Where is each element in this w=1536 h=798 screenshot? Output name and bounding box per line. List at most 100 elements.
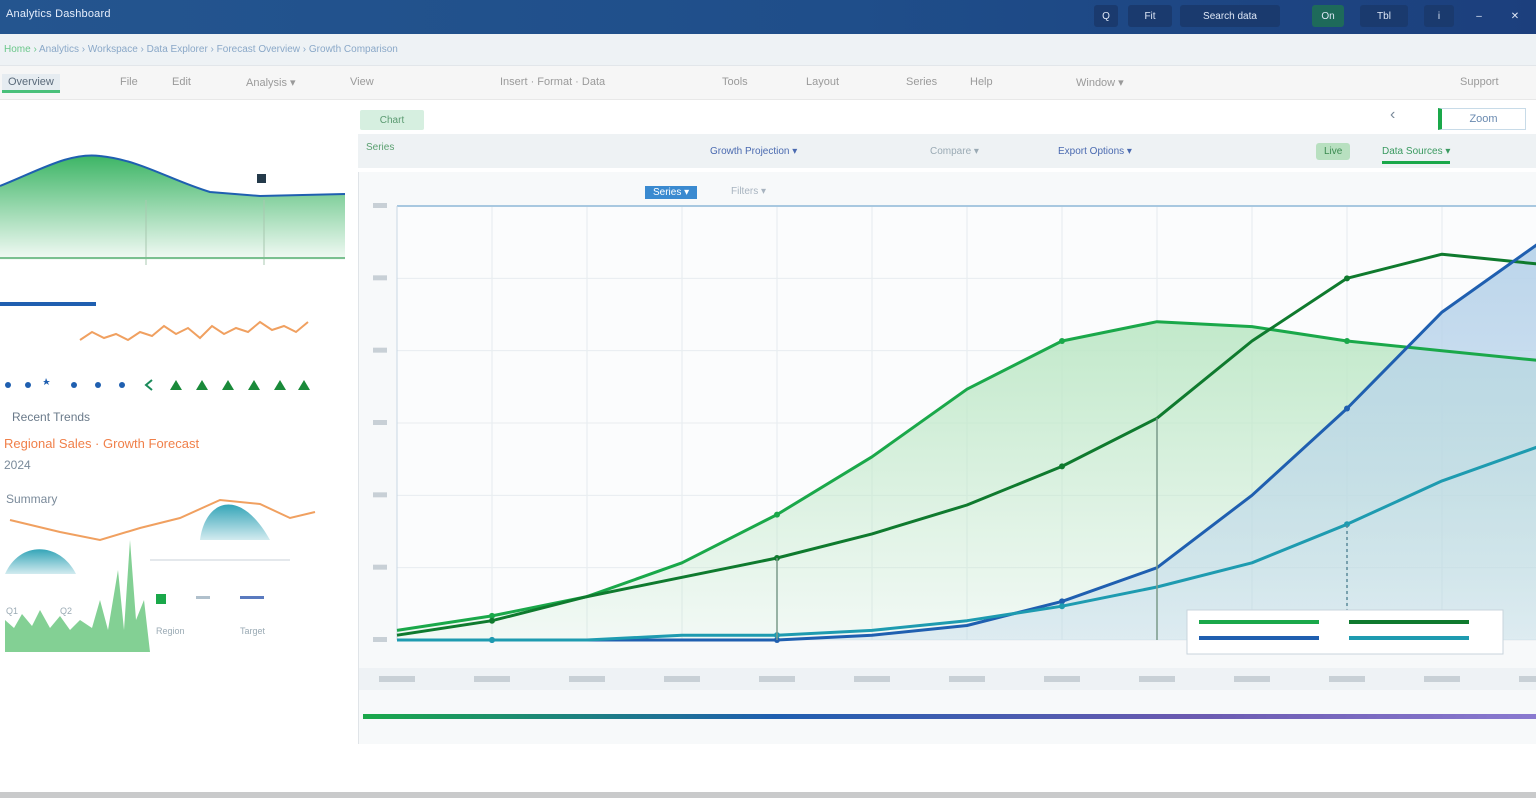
- breadcrumb-home[interactable]: Home ›: [4, 44, 39, 55]
- sidebar-legend-item: Region: [156, 626, 185, 636]
- y-axis-tick-mark: [373, 564, 387, 570]
- mini-legend-swatch: [196, 596, 210, 599]
- y-axis-tick-mark: [373, 637, 387, 642]
- x-axis-tick-mark: [1044, 676, 1080, 682]
- mini-legend-swatch: [156, 594, 166, 604]
- mini-orange-trend: [9, 498, 316, 542]
- data-sources-dropdown[interactable]: Data Sources ▾: [1382, 146, 1451, 164]
- window-bottom-border: [0, 792, 1536, 798]
- filters-chip[interactable]: Filters ▾: [731, 186, 766, 197]
- dot-icon[interactable]: [95, 382, 101, 388]
- y-axis-tick-mark: [373, 203, 387, 208]
- fit-button[interactable]: Fit: [1128, 5, 1172, 27]
- growth-projection-dropdown[interactable]: Growth Projection ▾: [710, 146, 797, 157]
- mini-teal-hill: [5, 549, 76, 574]
- main-chart: [359, 203, 1536, 719]
- y-axis-tick-mark: [373, 275, 387, 281]
- series-point: [1059, 603, 1065, 610]
- zoom-button[interactable]: Zoom: [1438, 108, 1526, 130]
- mini-legend-swatch: [240, 596, 264, 599]
- menu-item-insert[interactable]: Insert · Format · Data: [500, 76, 605, 88]
- close-icon[interactable]: ✕: [1502, 5, 1528, 27]
- breadcrumb-path[interactable]: Analytics › Workspace › Data Explorer › …: [39, 44, 398, 55]
- sidebar-legend-item: Target: [240, 626, 266, 636]
- menu-item-series[interactable]: Series: [906, 76, 937, 88]
- series-point: [1059, 338, 1065, 345]
- legend-swatch: [1349, 636, 1469, 640]
- mini-area-fill: [0, 155, 345, 260]
- x-axis-scroll-track: [363, 714, 1536, 719]
- menu-item-analysis[interactable]: Analysis ▾: [246, 76, 296, 89]
- window-search-button[interactable]: Q: [1094, 5, 1118, 27]
- menu-item-view[interactable]: View: [350, 76, 374, 88]
- series-point: [1344, 338, 1350, 345]
- menu-bar: Overview File Edit Analysis ▾ View Inser…: [0, 66, 1536, 100]
- series-point: [1059, 463, 1065, 470]
- search-data-button[interactable]: Search data: [1180, 5, 1280, 27]
- chevron-left-icon[interactable]: ‹: [1390, 106, 1395, 124]
- sidebar-mini-charts: [0, 154, 346, 652]
- menu-item-tools[interactable]: Tools: [722, 76, 748, 88]
- sidebar-legend-item: Q1: [6, 606, 19, 616]
- x-axis-tick-mark: [759, 676, 795, 682]
- legend-swatch: [1199, 620, 1319, 624]
- series-point: [1344, 405, 1350, 412]
- sidebar-panel: Recent Trends Regional Sales · Growth Fo…: [0, 100, 350, 750]
- export-options-dropdown[interactable]: Export Options ▾: [1058, 146, 1132, 157]
- legend-swatch: [1349, 620, 1469, 624]
- compare-dropdown[interactable]: Compare ▾: [930, 146, 979, 157]
- address-bar[interactable]: Home › Analytics › Workspace › Data Expl…: [0, 34, 1536, 66]
- window-title: Analytics Dashboard: [6, 8, 111, 20]
- x-axis-tick-mark: [854, 676, 890, 682]
- menu-item-support[interactable]: Support: [1460, 76, 1499, 88]
- triangle-icon[interactable]: [248, 380, 260, 390]
- menu-item-edit[interactable]: Edit: [172, 76, 191, 88]
- series-point: [1344, 275, 1350, 282]
- sidebar-legend-item: Q2: [60, 606, 73, 616]
- legend-box: [1186, 609, 1504, 655]
- menu-item-window[interactable]: Window ▾: [1076, 76, 1124, 89]
- menu-item-file[interactable]: File: [120, 76, 138, 88]
- series-legend-chip[interactable]: Series ▾: [645, 186, 698, 199]
- x-axis-tick-mark: [949, 676, 985, 682]
- y-axis-tick-mark: [373, 347, 387, 353]
- x-axis-tick-mark: [1424, 676, 1460, 682]
- triangle-icon[interactable]: [222, 380, 234, 390]
- series-tab[interactable]: Series: [366, 142, 394, 153]
- sidebar-heading-sub: 2024: [4, 458, 31, 472]
- dot-icon[interactable]: [5, 382, 11, 388]
- sidebar-mini-label: Summary: [6, 492, 58, 506]
- mini-orange-line: [79, 320, 309, 342]
- table-button[interactable]: Tbl: [1360, 5, 1408, 27]
- dot-icon[interactable]: [119, 382, 125, 388]
- mini-marker: [257, 174, 266, 183]
- dot-icon[interactable]: [25, 382, 31, 388]
- triangle-icon[interactable]: [298, 380, 310, 390]
- menu-item-help[interactable]: Help: [970, 76, 993, 88]
- star-icon[interactable]: [43, 378, 50, 385]
- series-point: [774, 511, 780, 518]
- menu-item-overview[interactable]: Overview: [2, 74, 60, 93]
- chart-toolbar: Series Growth Projection ▾ Compare ▾ Exp…: [358, 134, 1536, 168]
- chart-panel: Series ▾ Filters ▾: [358, 172, 1536, 744]
- live-badge: Live: [1316, 143, 1351, 160]
- breadcrumb[interactable]: Home › Analytics › Workspace › Data Expl…: [4, 44, 398, 55]
- info-icon[interactable]: i: [1424, 5, 1454, 27]
- chevron-left-icon[interactable]: [144, 379, 153, 391]
- triangle-icon[interactable]: [196, 380, 208, 390]
- y-axis-tick-mark: [373, 492, 387, 498]
- status-toggle[interactable]: On: [1312, 5, 1344, 27]
- x-axis-tick-mark: [1519, 676, 1536, 682]
- window-titlebar: Analytics Dashboard Q Fit Search data On…: [0, 0, 1536, 34]
- triangle-icon[interactable]: [274, 380, 286, 390]
- sidebar-title: Recent Trends: [12, 410, 91, 424]
- menu-item-layout[interactable]: Layout: [806, 76, 839, 88]
- chart-tab[interactable]: Chart: [360, 110, 424, 130]
- x-axis-tick-mark: [1139, 676, 1175, 682]
- dot-icon[interactable]: [71, 382, 77, 388]
- x-axis-tick-mark: [1329, 676, 1365, 682]
- minimize-icon[interactable]: –: [1466, 5, 1492, 27]
- triangle-icon[interactable]: [170, 380, 182, 390]
- series-point: [489, 617, 495, 624]
- x-axis-tick-mark: [1234, 676, 1270, 682]
